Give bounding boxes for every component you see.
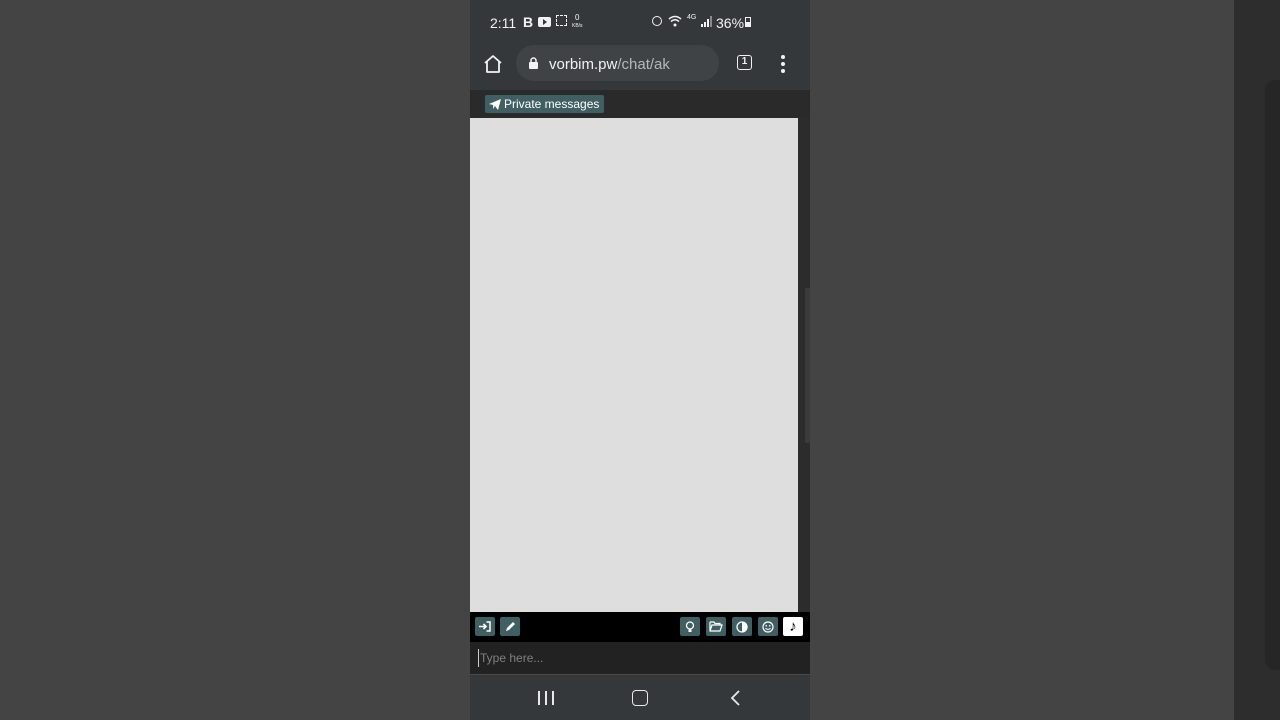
theme-button[interactable]: [732, 617, 752, 636]
scrollbar-thumb[interactable]: [805, 288, 810, 443]
status-bar: 2:11 B 0 KB/s 4G 36%: [470, 0, 810, 44]
b-app-icon: B: [523, 14, 534, 30]
right-device-edge: [1265, 80, 1280, 670]
music-note-icon: ♪: [789, 618, 797, 635]
chat-toolbar: ♪: [470, 612, 810, 642]
home-icon[interactable]: [482, 53, 504, 75]
contrast-icon: [736, 620, 748, 633]
lock-icon: [529, 57, 538, 69]
network-speed-value: 0: [575, 13, 580, 22]
edit-button[interactable]: [500, 617, 520, 636]
url-text: vorbim.pw/chat/ak: [549, 56, 670, 73]
wifi-icon: [668, 15, 682, 27]
status-time: 2:11: [490, 15, 517, 31]
lightbulb-icon: [685, 620, 695, 632]
alarm-icon: [652, 16, 662, 26]
private-messages-button[interactable]: Private messages: [485, 95, 605, 113]
url-domain: vorbim.pw: [549, 56, 618, 73]
private-messages-bar: Private messages: [470, 90, 810, 118]
network-type: 4G: [687, 14, 697, 21]
private-messages-label: Private messages: [504, 97, 600, 111]
more-menu-icon[interactable]: [778, 55, 788, 73]
home-nav-icon[interactable]: [632, 690, 648, 706]
lightbulb-button[interactable]: [680, 617, 700, 636]
smiley-icon: [762, 620, 774, 633]
browser-toolbar: vorbim.pw/chat/ak 1: [470, 44, 810, 90]
battery-percent: 36%: [716, 15, 745, 31]
network-speed-unit: KB/s: [572, 23, 583, 29]
url-path: /chat/ak: [617, 56, 670, 73]
folder-open-icon: [709, 621, 723, 632]
music-button[interactable]: ♪: [783, 617, 803, 636]
open-file-button[interactable]: [706, 617, 726, 636]
login-button[interactable]: [475, 617, 495, 636]
pencil-icon: [505, 622, 515, 631]
phone-screen: 2:11 B 0 KB/s 4G 36% vorbim.pw/chat/ak 1…: [470, 0, 810, 720]
tab-switcher-button[interactable]: 1: [737, 55, 752, 70]
back-icon[interactable]: [730, 690, 742, 706]
screen-record-icon: [556, 15, 567, 26]
chat-page: Private messages ♪ Type here...: [470, 90, 810, 675]
network-speed: 0 KB/s: [572, 14, 583, 30]
youtube-icon: [538, 17, 551, 27]
login-icon: [479, 621, 491, 632]
android-nav-bar: [470, 675, 810, 720]
paper-plane-icon: [489, 98, 501, 110]
signal-icon: [701, 16, 712, 27]
message-input-row: [470, 642, 810, 675]
tab-count: 1: [741, 56, 748, 67]
message-input[interactable]: [478, 649, 800, 667]
address-bar[interactable]: vorbim.pw/chat/ak: [516, 45, 719, 81]
battery-icon: [745, 17, 751, 27]
emoji-button[interactable]: [758, 617, 778, 636]
chat-messages-area: [470, 118, 798, 612]
recents-icon[interactable]: [538, 691, 554, 705]
